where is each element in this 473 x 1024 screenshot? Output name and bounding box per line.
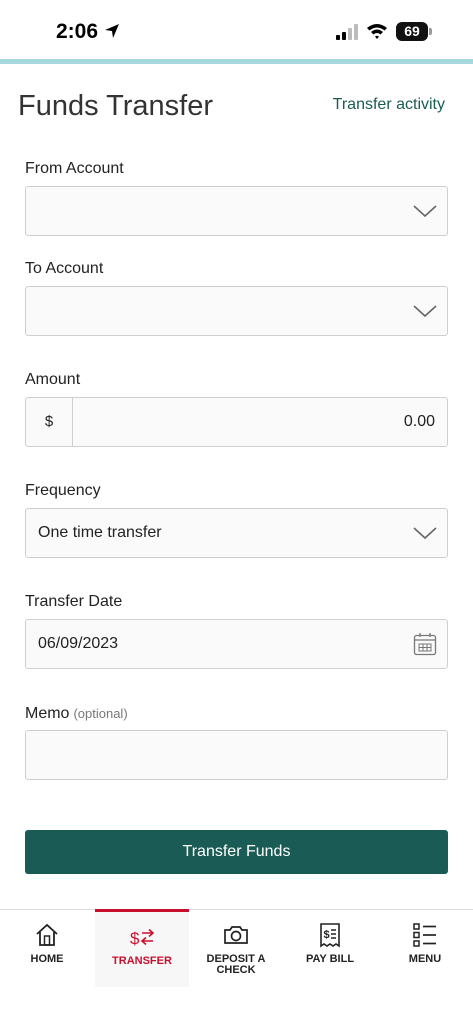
menu-list-icon	[413, 923, 436, 947]
from-account-label: From Account	[25, 160, 124, 177]
transfer-date-input[interactable]: 06/09/2023	[25, 619, 448, 669]
nav-deposit-check-label: DEPOSIT A CHECK	[206, 953, 266, 976]
frequency-select[interactable]: One time transfer	[25, 508, 448, 558]
svg-text:$: $	[130, 929, 140, 948]
memo-label: Memo (optional)	[25, 705, 128, 723]
amount-input[interactable]: $ 0.00	[25, 397, 448, 447]
header-accent-line	[0, 59, 473, 64]
battery-tip	[429, 28, 432, 35]
transfer-icon: $	[130, 928, 155, 948]
from-account-select[interactable]	[25, 186, 448, 236]
status-bar: 2:06 69	[0, 0, 473, 60]
svg-text:$: $	[324, 929, 330, 941]
frequency-label: Frequency	[25, 482, 101, 499]
amount-value: 0.00	[403, 413, 435, 430]
chevron-down-icon	[413, 527, 437, 540]
camera-icon	[224, 926, 248, 944]
bill-icon: $	[320, 923, 340, 948]
transfer-date-label: Transfer Date	[25, 593, 123, 610]
bottom-nav: HOME $ TRANSFER DEPOSIT A CHECK $ PAY BI…	[0, 909, 473, 1024]
nav-menu-label: MENU	[408, 953, 442, 965]
nav-transfer-label: TRANSFER	[112, 955, 172, 967]
nav-home-label: HOME	[30, 953, 64, 965]
transfer-activity-link[interactable]: Transfer activity	[333, 96, 445, 114]
chevron-down-icon	[413, 205, 437, 218]
currency-symbol: $	[26, 398, 73, 446]
nav-deposit-check[interactable]: DEPOSIT A CHECK	[189, 910, 283, 988]
nav-pay-bill-label: PAY BILL	[305, 953, 355, 965]
cellular-signal-icon	[336, 24, 358, 40]
location-arrow-icon	[105, 24, 119, 38]
transfer-date-value: 06/09/2023	[38, 635, 119, 652]
wifi-icon	[367, 24, 387, 39]
page-title: Funds Transfer	[18, 90, 214, 122]
status-time: 2:06	[56, 20, 99, 43]
battery-icon: 69	[396, 22, 432, 41]
battery-level: 69	[396, 22, 428, 41]
memo-optional-hint: (optional)	[73, 706, 128, 721]
home-icon	[36, 923, 58, 946]
amount-label: Amount	[25, 371, 81, 388]
nav-transfer[interactable]: $ TRANSFER	[95, 909, 189, 987]
nav-menu[interactable]: MENU	[378, 910, 472, 988]
frequency-value: One time transfer	[38, 524, 162, 541]
memo-label-text: Memo	[25, 705, 70, 722]
memo-input[interactable]	[25, 730, 448, 780]
nav-pay-bill[interactable]: $ PAY BILL	[283, 910, 377, 988]
chevron-down-icon	[413, 305, 437, 318]
transfer-funds-button[interactable]: Transfer Funds	[25, 830, 448, 874]
nav-home[interactable]: HOME	[0, 910, 94, 988]
calendar-icon[interactable]	[413, 632, 437, 656]
to-account-select[interactable]	[25, 286, 448, 336]
to-account-label: To Account	[25, 260, 104, 277]
